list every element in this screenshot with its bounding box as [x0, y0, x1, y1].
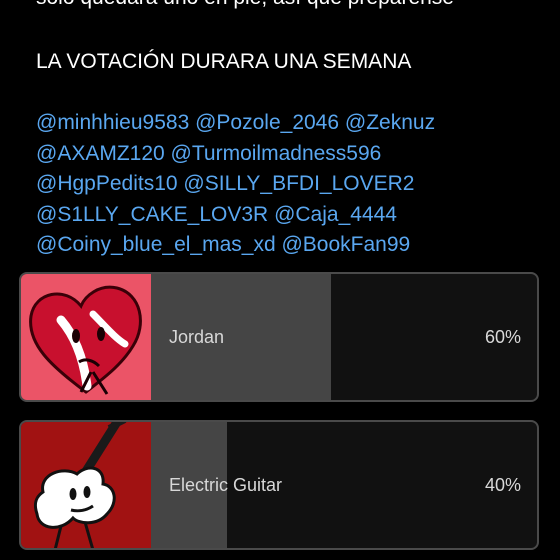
mention-link[interactable]: @BookFan99: [281, 233, 410, 256]
mention-link[interactable]: @S1LLY_CAKE_LOV3R: [36, 203, 268, 226]
mention-link[interactable]: @Turmoilmadness596: [171, 142, 382, 165]
mention-link[interactable]: @Coiny_blue_el_mas_xd: [36, 233, 276, 256]
poll-option-jordan[interactable]: Jordan 60%: [19, 272, 539, 402]
poll-option-label: Jordan: [169, 326, 225, 347]
mention-link[interactable]: @SILLY_BFDI_LOVER2: [183, 172, 414, 195]
mention-link[interactable]: @minhhieu9583: [36, 111, 189, 134]
mention-line: @S1LLY_CAKE_LOV3R @Caja_4444: [36, 200, 560, 231]
electric-guitar-character-thumbnail: [21, 422, 151, 548]
mention-link[interactable]: @HgpPedits10: [36, 172, 178, 195]
mention-line: @Coiny_blue_el_mas_xd @BookFan99: [36, 230, 560, 261]
poll-option-percent: 40%: [484, 474, 521, 495]
mention-line: @AXAMZ120 @Turmoilmadness596: [36, 139, 560, 170]
mention-link[interactable]: @Zeknuz: [345, 111, 435, 134]
voting-duration-heading: LA VOTACIÓN DURARA UNA SEMANA: [36, 50, 412, 73]
mention-link[interactable]: @Caja_4444: [274, 203, 397, 226]
mention-line: @HgpPedits10 @SILLY_BFDI_LOVER2: [36, 169, 560, 200]
mentions-list: @minhhieu9583 @Pozole_2046 @Zeknuz @AXAM…: [36, 108, 560, 261]
post-text-line: solo quedará uno en pie, así que prepáre…: [36, 0, 454, 13]
mention-link[interactable]: @AXAMZ120: [36, 142, 165, 165]
poll-option-electric-guitar[interactable]: Electric Guitar 40%: [19, 420, 539, 550]
mention-link[interactable]: @Pozole_2046: [195, 111, 339, 134]
jordan-character-thumbnail: [21, 274, 151, 400]
mention-line: @minhhieu9583 @Pozole_2046 @Zeknuz: [36, 108, 560, 139]
poll-option-label: Electric Guitar: [169, 474, 283, 495]
poll-option-percent: 60%: [484, 326, 521, 347]
